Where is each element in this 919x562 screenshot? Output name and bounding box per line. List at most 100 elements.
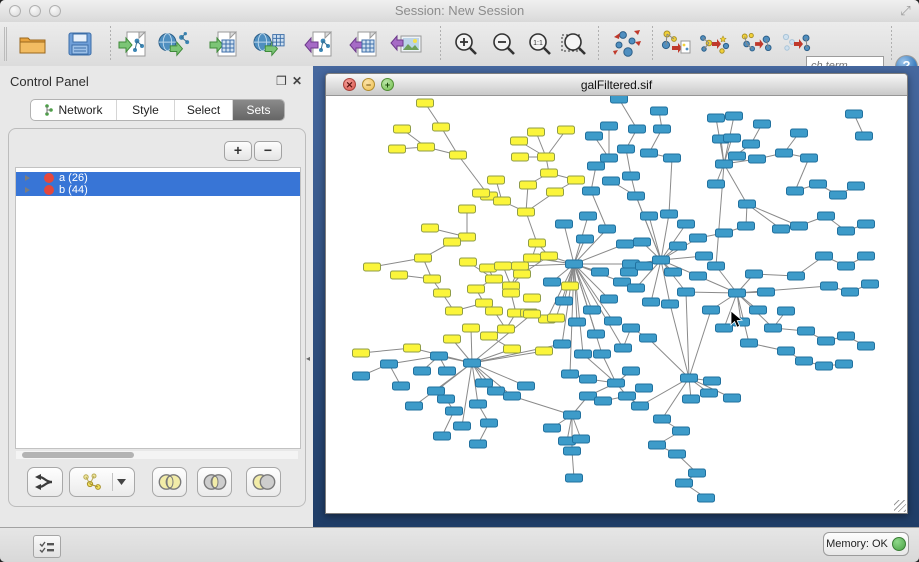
graph-node-yellow[interactable]	[524, 254, 541, 262]
graph-node-blue[interactable]	[564, 411, 581, 419]
graph-node-blue[interactable]	[862, 280, 879, 288]
graph-node-yellow[interactable]	[538, 153, 555, 161]
graph-node-blue[interactable]	[654, 415, 671, 423]
graph-node-blue[interactable]	[556, 220, 573, 228]
graph-node-blue[interactable]	[431, 352, 448, 360]
horizontal-scrollbar[interactable]	[16, 451, 298, 459]
graph-node-blue[interactable]	[758, 288, 775, 296]
graph-node-yellow[interactable]	[524, 294, 541, 302]
graph-node-yellow[interactable]	[446, 307, 463, 315]
graph-node-blue[interactable]	[830, 191, 847, 199]
add-set-button[interactable]: +	[224, 141, 252, 161]
graph-node-yellow[interactable]	[486, 307, 503, 315]
graph-node-yellow[interactable]	[424, 275, 441, 283]
graph-node-blue[interactable]	[634, 238, 651, 246]
graph-node-blue[interactable]	[583, 187, 600, 195]
dropdown-caret-icon[interactable]	[117, 479, 126, 485]
graph-node-blue[interactable]	[381, 360, 398, 368]
graph-node-blue[interactable]	[683, 395, 700, 403]
create-set-menu-button[interactable]	[69, 467, 135, 497]
graph-node-blue[interactable]	[778, 307, 795, 315]
open-session-icon[interactable]	[17, 28, 49, 60]
export-table-icon[interactable]	[348, 28, 380, 60]
graph-node-blue[interactable]	[580, 392, 597, 400]
graph-node-blue[interactable]	[708, 114, 725, 122]
graph-node-blue[interactable]	[476, 379, 493, 387]
graph-node-blue[interactable]	[617, 240, 634, 248]
graph-node-blue[interactable]	[716, 324, 733, 332]
save-session-icon[interactable]	[64, 28, 96, 60]
graph-node-yellow[interactable]	[459, 205, 476, 213]
graph-node-yellow[interactable]	[364, 263, 381, 271]
graph-node-yellow[interactable]	[486, 275, 503, 283]
graph-node-blue[interactable]	[446, 407, 463, 415]
graph-node-blue[interactable]	[681, 374, 698, 382]
set-row-a[interactable]: a (26)	[16, 172, 300, 184]
graph-node-blue[interactable]	[818, 212, 835, 220]
graph-node-blue[interactable]	[746, 270, 763, 278]
toolbar-drag-handle[interactable]	[4, 27, 5, 61]
splitter-collapse-handle[interactable]: ◂	[306, 354, 313, 364]
graph-node-blue[interactable]	[556, 297, 573, 305]
expander-icon[interactable]	[25, 175, 30, 181]
graph-node-blue[interactable]	[765, 324, 782, 332]
graph-node-blue[interactable]	[632, 402, 649, 410]
graph-node-blue[interactable]	[821, 282, 838, 290]
graph-node-blue[interactable]	[504, 392, 521, 400]
graph-node-blue[interactable]	[628, 192, 645, 200]
graph-node-yellow[interactable]	[460, 258, 477, 266]
graph-node-blue[interactable]	[636, 262, 653, 270]
graph-node-blue[interactable]	[729, 152, 746, 160]
graph-node-blue[interactable]	[788, 272, 805, 280]
graph-node-blue[interactable]	[518, 382, 535, 390]
graph-node-blue[interactable]	[690, 234, 707, 242]
graph-node-yellow[interactable]	[444, 238, 461, 246]
graph-node-blue[interactable]	[678, 220, 695, 228]
graph-node-blue[interactable]	[676, 479, 693, 487]
graph-node-blue[interactable]	[698, 494, 715, 502]
import-table-file-icon[interactable]	[208, 28, 240, 60]
graph-node-blue[interactable]	[704, 377, 721, 385]
graph-node-blue[interactable]	[739, 200, 756, 208]
graph-node-blue[interactable]	[640, 334, 657, 342]
graph-node-blue[interactable]	[838, 332, 855, 340]
graph-node-blue[interactable]	[749, 155, 766, 163]
graph-node-yellow[interactable]	[481, 332, 498, 340]
graph-node-blue[interactable]	[554, 340, 571, 348]
graph-node-blue[interactable]	[738, 222, 755, 230]
graph-node-blue[interactable]	[406, 402, 423, 410]
graph-node-blue[interactable]	[673, 427, 690, 435]
graph-node-blue[interactable]	[846, 110, 863, 118]
graph-node-blue[interactable]	[544, 424, 561, 432]
graph-node-yellow[interactable]	[450, 151, 467, 159]
graph-node-blue[interactable]	[623, 324, 640, 332]
graph-node-blue[interactable]	[670, 242, 687, 250]
graph-node-blue[interactable]	[649, 441, 666, 449]
graph-node-blue[interactable]	[678, 288, 695, 296]
graph-node-yellow[interactable]	[494, 197, 511, 205]
graph-node-yellow[interactable]	[562, 282, 579, 290]
graph-node-blue[interactable]	[750, 306, 767, 314]
graph-node-yellow[interactable]	[520, 181, 537, 189]
tab-network[interactable]: Network	[31, 100, 117, 120]
graph-node-yellow[interactable]	[498, 325, 515, 333]
graph-node-blue[interactable]	[776, 149, 793, 157]
intersect-sets-button[interactable]	[197, 467, 232, 497]
graph-node-blue[interactable]	[689, 469, 706, 477]
graph-node-blue[interactable]	[801, 154, 818, 162]
graph-node-blue[interactable]	[584, 306, 601, 314]
graph-node-blue[interactable]	[601, 154, 618, 162]
select-from-selection-icon[interactable]	[740, 28, 772, 60]
graph-node-blue[interactable]	[669, 450, 686, 458]
graph-node-blue[interactable]	[724, 134, 741, 142]
graph-node-blue[interactable]	[810, 180, 827, 188]
graph-node-blue[interactable]	[816, 252, 833, 260]
graph-node-blue[interactable]	[586, 132, 603, 140]
graph-node-blue[interactable]	[858, 252, 875, 260]
graph-node-yellow[interactable]	[389, 145, 406, 153]
graph-node-blue[interactable]	[580, 375, 597, 383]
graph-node-blue[interactable]	[605, 317, 622, 325]
graph-node-blue[interactable]	[662, 300, 679, 308]
expander-icon[interactable]	[25, 187, 30, 193]
graph-node-blue[interactable]	[641, 212, 658, 220]
